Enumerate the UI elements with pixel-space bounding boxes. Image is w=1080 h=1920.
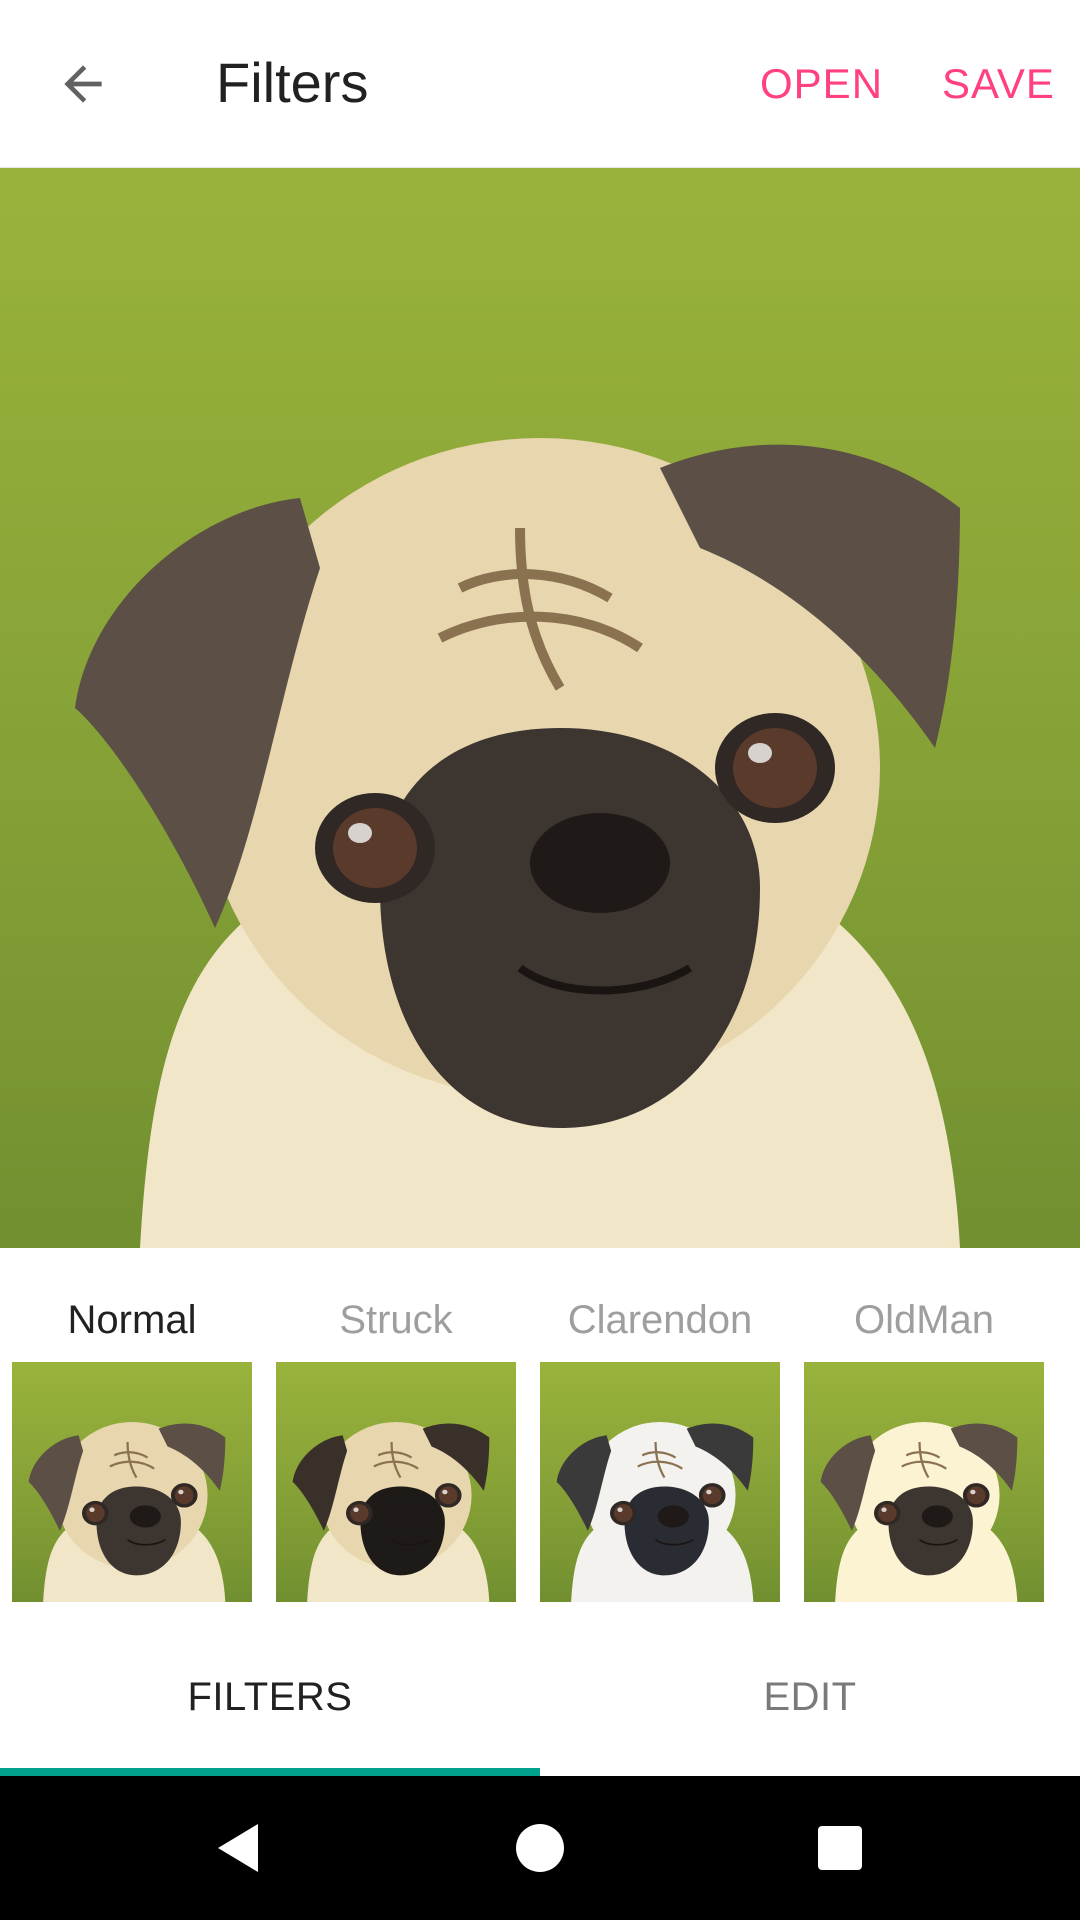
- app-root: Filters OPEN SAVE Normal Struck Clarendo…: [0, 0, 1080, 1920]
- filter-label: OldMan: [853, 1298, 995, 1342]
- system-nav-bar: [0, 1776, 1080, 1920]
- nav-back-icon: [218, 1824, 258, 1872]
- nav-home-button[interactable]: [490, 1798, 590, 1898]
- tab-edit[interactable]: EDIT: [540, 1618, 1080, 1776]
- tab-filters[interactable]: FILTERS: [0, 1618, 540, 1776]
- nav-back-button[interactable]: [190, 1798, 290, 1898]
- filter-label: Struck: [339, 1298, 453, 1342]
- tab-indicator: [0, 1768, 540, 1776]
- filter-struck[interactable]: Struck: [276, 1248, 516, 1618]
- filter-thumbnail[interactable]: [804, 1362, 1044, 1602]
- save-button[interactable]: SAVE: [942, 60, 1055, 108]
- arrow-back-icon: [64, 65, 102, 103]
- open-button[interactable]: OPEN: [760, 60, 883, 108]
- bottom-tabs: FILTERS EDIT: [0, 1618, 1080, 1776]
- nav-recents-icon: [818, 1826, 862, 1870]
- back-button[interactable]: [40, 44, 126, 124]
- nav-recents-button[interactable]: [790, 1798, 890, 1898]
- filter-thumbnail[interactable]: [12, 1362, 252, 1602]
- filter-strip: Normal Struck Clarendon OldMan: [0, 1248, 1080, 1618]
- filter-label: Normal: [67, 1298, 197, 1342]
- filter-clarendon[interactable]: Clarendon: [540, 1248, 780, 1618]
- filter-thumbnail[interactable]: [540, 1362, 780, 1602]
- pug-photo: [0, 168, 1080, 1248]
- filter-oldman[interactable]: OldMan: [804, 1248, 1044, 1618]
- filter-thumbnail[interactable]: [276, 1362, 516, 1602]
- filter-normal[interactable]: Normal: [12, 1248, 252, 1618]
- main-photo: [0, 168, 1080, 1248]
- nav-home-icon: [516, 1824, 564, 1872]
- filter-label: Clarendon: [567, 1298, 753, 1342]
- toolbar: Filters OPEN SAVE: [0, 0, 1080, 168]
- page-title: Filters: [216, 51, 369, 114]
